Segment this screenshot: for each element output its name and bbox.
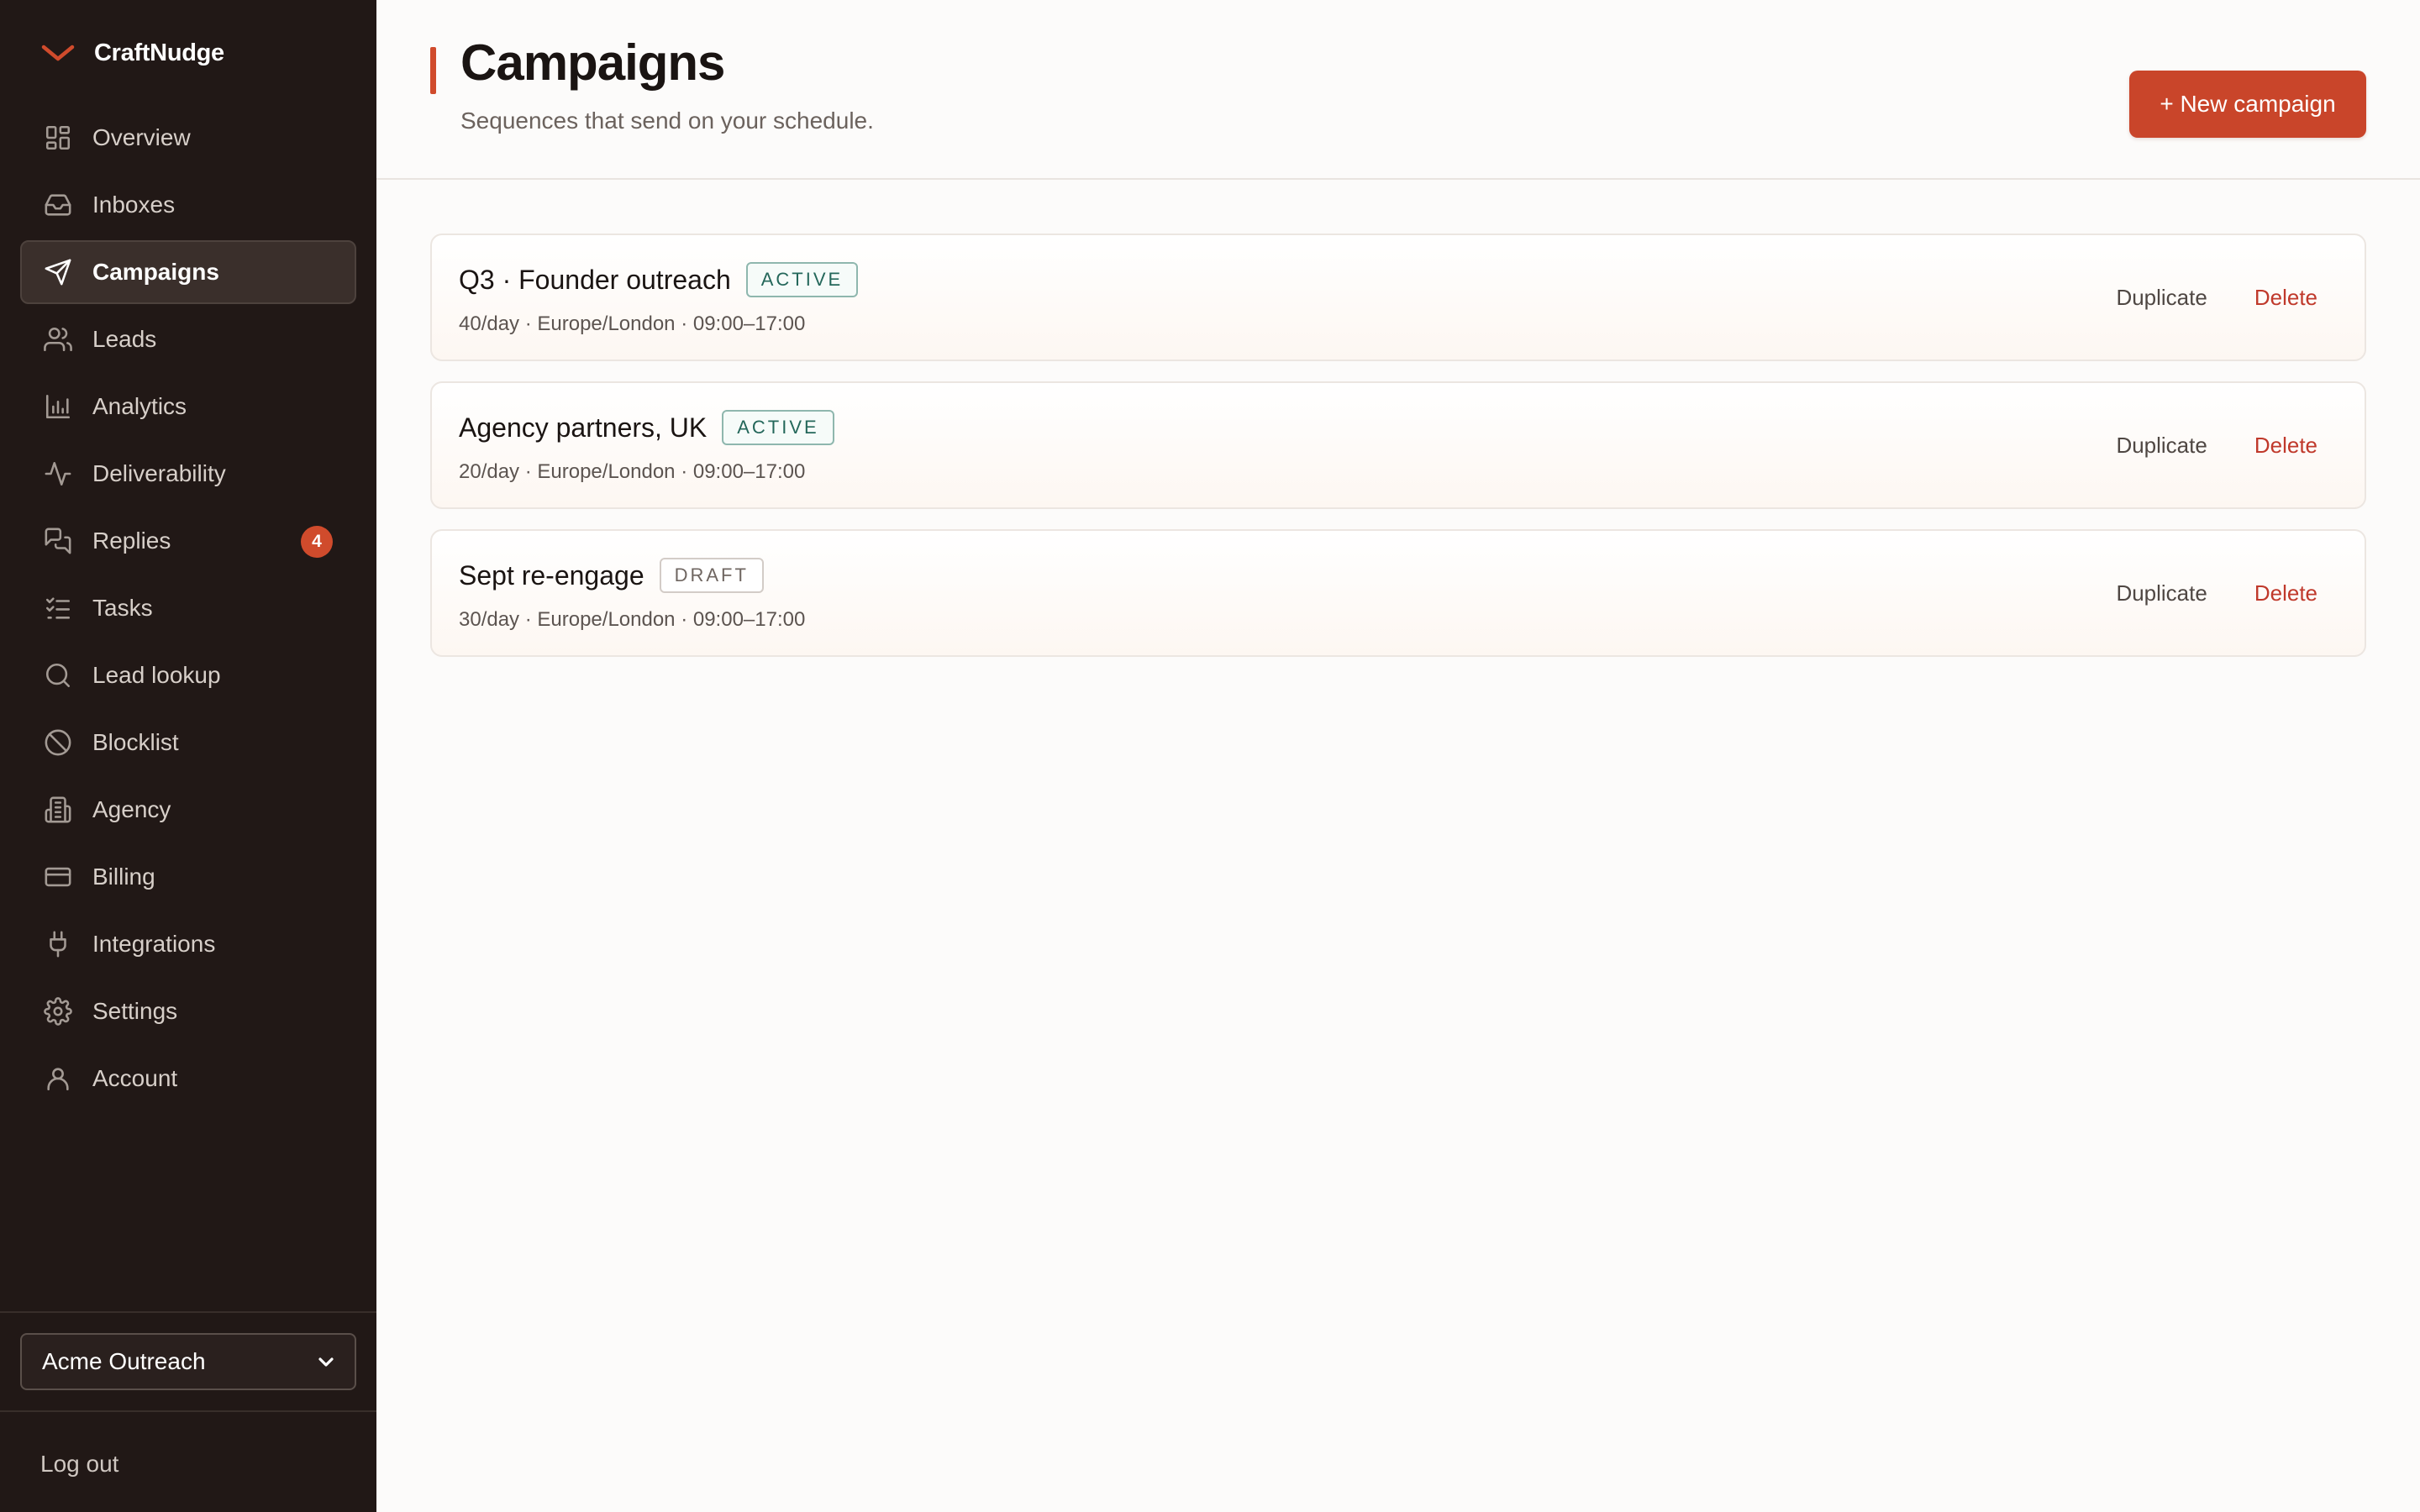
sidebar-item-overview[interactable]: Overview	[20, 106, 356, 170]
sidebar-item-inboxes[interactable]: Inboxes	[20, 173, 356, 237]
building-icon	[44, 795, 72, 824]
sidebar-item-deliverability[interactable]: Deliverability	[20, 442, 356, 506]
sidebar-nav: Overview Inboxes Campaigns Leads Analyti…	[0, 106, 376, 1114]
campaign-meta: 30/day · Europe/London · 09:00–17:00	[459, 608, 806, 631]
brand[interactable]: CraftNudge	[0, 0, 376, 106]
credit-card-icon	[44, 863, 72, 891]
campaign-card[interactable]: Sept re-engage DRAFT 30/day · Europe/Lon…	[430, 529, 2366, 657]
sidebar-item-replies[interactable]: Replies 4	[20, 509, 356, 573]
bar-chart-icon	[44, 392, 72, 421]
sidebar-item-tasks[interactable]: Tasks	[20, 576, 356, 640]
campaign-name[interactable]: Sept re-engage	[459, 560, 644, 591]
sidebar-item-label: Overview	[92, 124, 191, 150]
search-icon	[44, 661, 72, 690]
duplicate-button[interactable]: Duplicate	[2116, 433, 2207, 459]
campaign-title-row: Agency partners, UK ACTIVE	[459, 410, 834, 445]
status-badge: DRAFT	[659, 558, 764, 593]
send-icon	[44, 258, 72, 286]
sidebar-item-agency[interactable]: Agency	[20, 778, 356, 842]
sidebar-item-lead-lookup[interactable]: Lead lookup	[20, 643, 356, 707]
sidebar-item-label: Settings	[92, 998, 178, 1024]
replies-count-badge: 4	[301, 526, 333, 558]
plug-icon	[44, 930, 72, 958]
ban-icon	[44, 728, 72, 757]
duplicate-button[interactable]: Duplicate	[2116, 580, 2207, 606]
campaign-name[interactable]: Agency partners, UK	[459, 412, 707, 444]
duplicate-button[interactable]: Duplicate	[2116, 285, 2207, 311]
sidebar-item-billing[interactable]: Billing	[20, 845, 356, 909]
workspace-select[interactable]: Acme Outreach	[20, 1333, 356, 1390]
grid-icon	[44, 123, 72, 152]
inbox-icon	[44, 191, 72, 219]
sidebar-item-label: Tasks	[92, 595, 153, 621]
users-icon	[44, 325, 72, 354]
campaign-meta: 20/day · Europe/London · 09:00–17:00	[459, 460, 806, 483]
sidebar-item-label: Billing	[92, 864, 155, 890]
sidebar-item-integrations[interactable]: Integrations	[20, 912, 356, 976]
sidebar-item-leads[interactable]: Leads	[20, 307, 356, 371]
campaign-actions: Duplicate Delete	[2116, 235, 2317, 360]
user-icon	[44, 1064, 72, 1093]
sidebar-item-blocklist[interactable]: Blocklist	[20, 711, 356, 774]
campaign-card[interactable]: Q3 · Founder outreach ACTIVE 40/day · Eu…	[430, 234, 2366, 361]
campaign-meta: 40/day · Europe/London · 09:00–17:00	[459, 312, 806, 335]
delete-button[interactable]: Delete	[2254, 433, 2317, 459]
campaign-actions: Duplicate Delete	[2116, 383, 2317, 507]
status-badge: ACTIVE	[745, 262, 859, 297]
page-subtitle: Sequences that send on your schedule.	[460, 108, 874, 134]
sidebar-item-label: Agency	[92, 796, 171, 822]
campaign-title-row: Sept re-engage DRAFT	[459, 558, 764, 593]
sidebar-item-analytics[interactable]: Analytics	[20, 375, 356, 438]
sidebar-item-account[interactable]: Account	[20, 1047, 356, 1110]
sidebar-footer: Acme Outreach Log out	[0, 1311, 376, 1512]
main-content: Campaigns Sequences that send on your sc…	[376, 0, 2420, 1512]
sidebar-item-campaigns[interactable]: Campaigns	[20, 240, 356, 304]
campaign-name[interactable]: Q3 · Founder outreach	[459, 265, 731, 296]
sidebar-item-label: Deliverability	[92, 460, 226, 486]
campaign-actions: Duplicate Delete	[2116, 531, 2317, 655]
brand-name: CraftNudge	[94, 39, 224, 66]
sidebar-item-label: Replies	[92, 528, 171, 554]
activity-icon	[44, 459, 72, 488]
sidebar-item-label: Integrations	[92, 931, 216, 957]
logout-link[interactable]: Log out	[40, 1451, 118, 1478]
campaign-title-row: Q3 · Founder outreach ACTIVE	[459, 262, 859, 297]
logo-icon	[41, 45, 75, 61]
page-title: Campaigns	[460, 34, 725, 91]
gear-icon	[44, 997, 72, 1026]
delete-button[interactable]: Delete	[2254, 580, 2317, 606]
sidebar-item-label: Analytics	[92, 393, 187, 419]
chevron-down-icon	[318, 1357, 334, 1367]
chat-icon	[44, 527, 72, 555]
sidebar-item-label: Leads	[92, 326, 157, 352]
sidebar-item-label: Campaigns	[92, 259, 219, 285]
campaign-list: Q3 · Founder outreach ACTIVE 40/day · Eu…	[430, 234, 2366, 677]
page-header: Campaigns Sequences that send on your sc…	[376, 0, 2420, 180]
delete-button[interactable]: Delete	[2254, 285, 2317, 311]
sidebar: CraftNudge Overview Inboxes Campaigns Le…	[0, 0, 376, 1512]
sidebar-item-label: Inboxes	[92, 192, 176, 218]
new-campaign-button[interactable]: + New campaign	[2129, 71, 2366, 138]
sidebar-item-label: Lead lookup	[92, 662, 221, 688]
sidebar-item-label: Blocklist	[92, 729, 179, 755]
status-badge: ACTIVE	[722, 410, 834, 445]
sidebar-item-settings[interactable]: Settings	[20, 979, 356, 1043]
logout-row: Log out	[0, 1410, 376, 1512]
campaign-card[interactable]: Agency partners, UK ACTIVE 20/day · Euro…	[430, 381, 2366, 509]
checklist-icon	[44, 594, 72, 622]
title-accent-bar	[430, 47, 436, 94]
sidebar-item-label: Account	[92, 1065, 178, 1091]
workspace-select-value: Acme Outreach	[42, 1348, 206, 1374]
